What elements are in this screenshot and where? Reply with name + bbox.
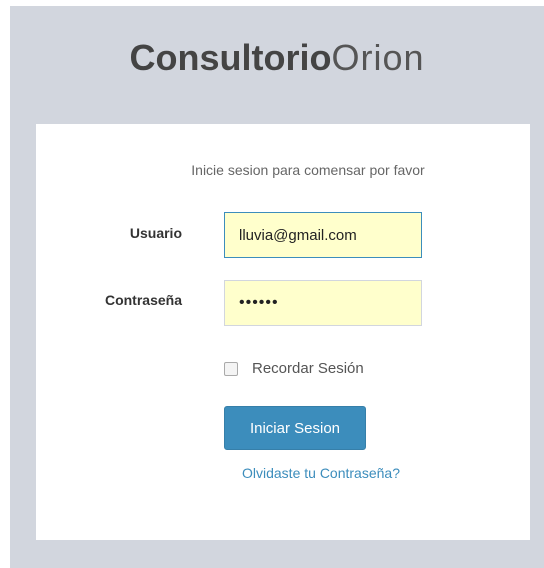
remember-session-checkbox[interactable] xyxy=(224,361,238,376)
remember-session-label: Recordar Sesión xyxy=(252,360,364,377)
username-label: Usuario xyxy=(129,225,182,241)
login-page-background: ConsultorioOrion Inicie sesion para come… xyxy=(10,6,544,568)
username-input[interactable] xyxy=(224,212,422,258)
logo-text-bold: Consultorio xyxy=(129,37,332,78)
login-button[interactable]: Iniciar Sesion xyxy=(224,406,366,450)
login-box: Inicie sesion para comensar por favor Us… xyxy=(36,124,530,540)
remember-session-row[interactable]: Recordar Sesión xyxy=(224,360,364,377)
password-label: Contraseña xyxy=(104,292,182,308)
forgot-password-link[interactable]: Olvidaste tu Contraseña? xyxy=(242,465,400,481)
logo-text-light: Orion xyxy=(331,37,425,78)
app-logo: ConsultorioOrion xyxy=(10,36,544,80)
password-input[interactable] xyxy=(224,280,422,326)
login-message: Inicie sesion para comensar por favor xyxy=(191,162,425,178)
